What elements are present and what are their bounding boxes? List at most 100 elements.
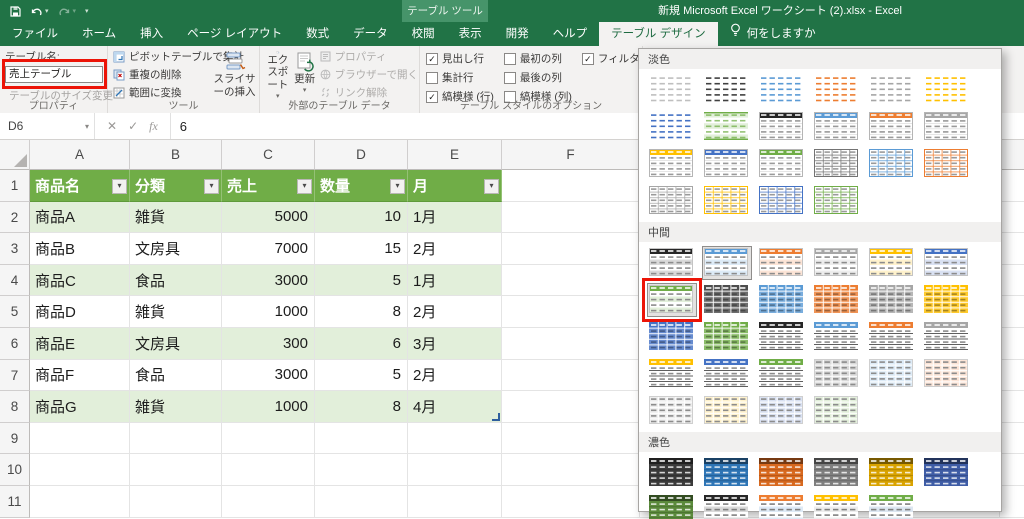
table-style-thumbnail-0-19[interactable] (702, 184, 752, 218)
cell-B7[interactable]: 食品 (130, 359, 222, 392)
cell-E3[interactable]: 2月 (408, 233, 502, 265)
cell-B10[interactable] (130, 454, 222, 486)
table-style-thumbnail-1-21[interactable] (812, 357, 862, 391)
column-header-C[interactable]: C (222, 140, 315, 170)
table-style-thumbnail-0-6[interactable] (647, 110, 697, 144)
cell-D7[interactable]: 5 (315, 359, 408, 392)
table-style-thumbnail-1-18[interactable] (647, 357, 697, 391)
checked-checkbox-icon[interactable]: ✓ (426, 52, 438, 65)
cell-C5[interactable]: 1000 (222, 296, 315, 328)
cell-C6[interactable]: 300 (222, 327, 315, 360)
table-style-thumbnail-0-10[interactable] (867, 110, 917, 144)
tab-データ[interactable]: データ (341, 22, 400, 46)
table-style-thumbnail-0-15[interactable] (812, 147, 862, 181)
table-style-thumbnail-2-8[interactable] (757, 493, 807, 519)
cell-E7[interactable]: 2月 (408, 359, 502, 392)
checkbox-最初の列[interactable]: 最初の列 (503, 51, 572, 66)
table-style-thumbnail-1-22[interactable] (867, 357, 917, 391)
table-style-thumbnail-1-24[interactable] (647, 394, 697, 428)
cell-D2[interactable]: 10 (315, 201, 408, 234)
table-style-thumbnail-0-13[interactable] (702, 147, 752, 181)
table-style-thumbnail-1-5[interactable] (922, 246, 972, 280)
cell-K8[interactable] (1000, 391, 1024, 423)
cell-D11[interactable] (315, 485, 408, 518)
table-style-thumbnail-1-20[interactable] (757, 357, 807, 391)
tab-ホーム[interactable]: ホーム (70, 22, 128, 46)
cell-F5[interactable] (502, 296, 640, 328)
filter-button-月[interactable]: ▾ (484, 178, 499, 194)
cell-A5[interactable]: 商品D (30, 296, 130, 328)
filter-button-商品名[interactable]: ▾ (112, 178, 127, 194)
undo-button[interactable]: ▾ (30, 6, 49, 17)
table-style-thumbnail-0-12[interactable] (647, 147, 697, 181)
cell-B1[interactable]: 分類 ▾ (130, 170, 222, 202)
table-style-thumbnail-0-4[interactable] (867, 73, 917, 107)
cell-D1[interactable]: 数量 ▾ (315, 170, 408, 202)
cell-C7[interactable]: 3000 (222, 359, 315, 392)
cell-E2[interactable]: 1月 (408, 201, 502, 234)
cell-A10[interactable] (30, 454, 130, 486)
table-style-thumbnail-1-15[interactable] (812, 320, 862, 354)
cell-A1[interactable]: 商品名 ▾ (30, 170, 130, 202)
cell-B4[interactable]: 食品 (130, 264, 222, 297)
table-style-thumbnail-0-8[interactable] (757, 110, 807, 144)
cell-F6[interactable] (502, 327, 640, 360)
table-style-thumbnail-0-3[interactable] (812, 73, 862, 107)
cell-E11[interactable] (408, 485, 502, 518)
column-header-A[interactable]: A (30, 140, 130, 170)
save-icon[interactable] (10, 5, 21, 17)
filter-button-分類[interactable]: ▾ (204, 178, 219, 194)
table-style-thumbnail-1-11[interactable] (922, 283, 972, 317)
table-style-thumbnail-0-14[interactable] (757, 147, 807, 181)
cell-E10[interactable] (408, 454, 502, 486)
cell-K11[interactable] (1000, 486, 1024, 518)
cell-E8[interactable]: 4月 (408, 391, 502, 423)
table-style-thumbnail-1-10[interactable] (867, 283, 917, 317)
column-header-B[interactable]: B (130, 140, 222, 170)
tab-開発[interactable]: 開発 (494, 22, 541, 46)
tab-ページ レイアウト[interactable]: ページ レイアウト (175, 22, 294, 46)
cell-C2[interactable]: 5000 (222, 201, 315, 234)
insert-slicer-button[interactable]: スライサーの挿入 (211, 49, 258, 101)
tab-数式[interactable]: 数式 (294, 22, 341, 46)
tab-表示[interactable]: 表示 (447, 22, 494, 46)
unchecked-checkbox-icon[interactable] (426, 71, 438, 84)
table-style-thumbnail-0-17[interactable] (922, 147, 972, 181)
cell-E5[interactable]: 2月 (408, 296, 502, 328)
insert-function-icon[interactable]: fx (149, 119, 158, 134)
qat-more-button[interactable]: ▾ (85, 7, 89, 15)
cell-F9[interactable] (502, 422, 640, 455)
table-style-thumbnail-1-12[interactable] (647, 320, 697, 354)
enter-icon[interactable]: ✓ (128, 119, 138, 133)
table-style-thumbnail-1-26[interactable] (757, 394, 807, 428)
summarize-with-pivottable-button[interactable]: ピボットテーブルで集計 (113, 49, 244, 64)
remove-duplicates-button[interactable]: 重複の削除 (113, 67, 211, 82)
cell-A11[interactable] (30, 485, 130, 518)
tab-ファイル[interactable]: ファイル (0, 22, 70, 46)
cell-D6[interactable]: 6 (315, 327, 408, 360)
cancel-icon[interactable]: ✕ (107, 119, 117, 133)
cell-D8[interactable]: 8 (315, 391, 408, 423)
cell-A9[interactable] (30, 422, 130, 455)
cell-K3[interactable] (1000, 233, 1024, 265)
cell-K7[interactable] (1000, 360, 1024, 392)
table-resize-handle[interactable] (492, 412, 500, 421)
cell-D5[interactable]: 8 (315, 296, 408, 328)
row-header-2[interactable]: 2 (0, 201, 30, 234)
cell-F1[interactable] (502, 170, 640, 202)
table-style-thumbnail-1-0[interactable] (647, 246, 697, 280)
table-style-thumbnail-1-7[interactable] (702, 283, 752, 317)
cell-K5[interactable] (1000, 296, 1024, 328)
cell-B8[interactable]: 雑貨 (130, 391, 222, 423)
cell-A4[interactable]: 商品C (30, 264, 130, 297)
filter-button-売上[interactable]: ▾ (297, 178, 312, 194)
table-style-thumbnail-1-8[interactable] (757, 283, 807, 317)
cell-B3[interactable]: 文房具 (130, 233, 222, 265)
cell-F2[interactable] (502, 201, 640, 234)
table-style-thumbnail-2-1[interactable] (702, 456, 752, 490)
table-style-thumbnail-2-5[interactable] (922, 456, 972, 490)
cell-E1[interactable]: 月 ▾ (408, 170, 502, 202)
cell-A8[interactable]: 商品G (30, 391, 130, 423)
cell-F7[interactable] (502, 359, 640, 392)
row-header-7[interactable]: 7 (0, 359, 30, 392)
